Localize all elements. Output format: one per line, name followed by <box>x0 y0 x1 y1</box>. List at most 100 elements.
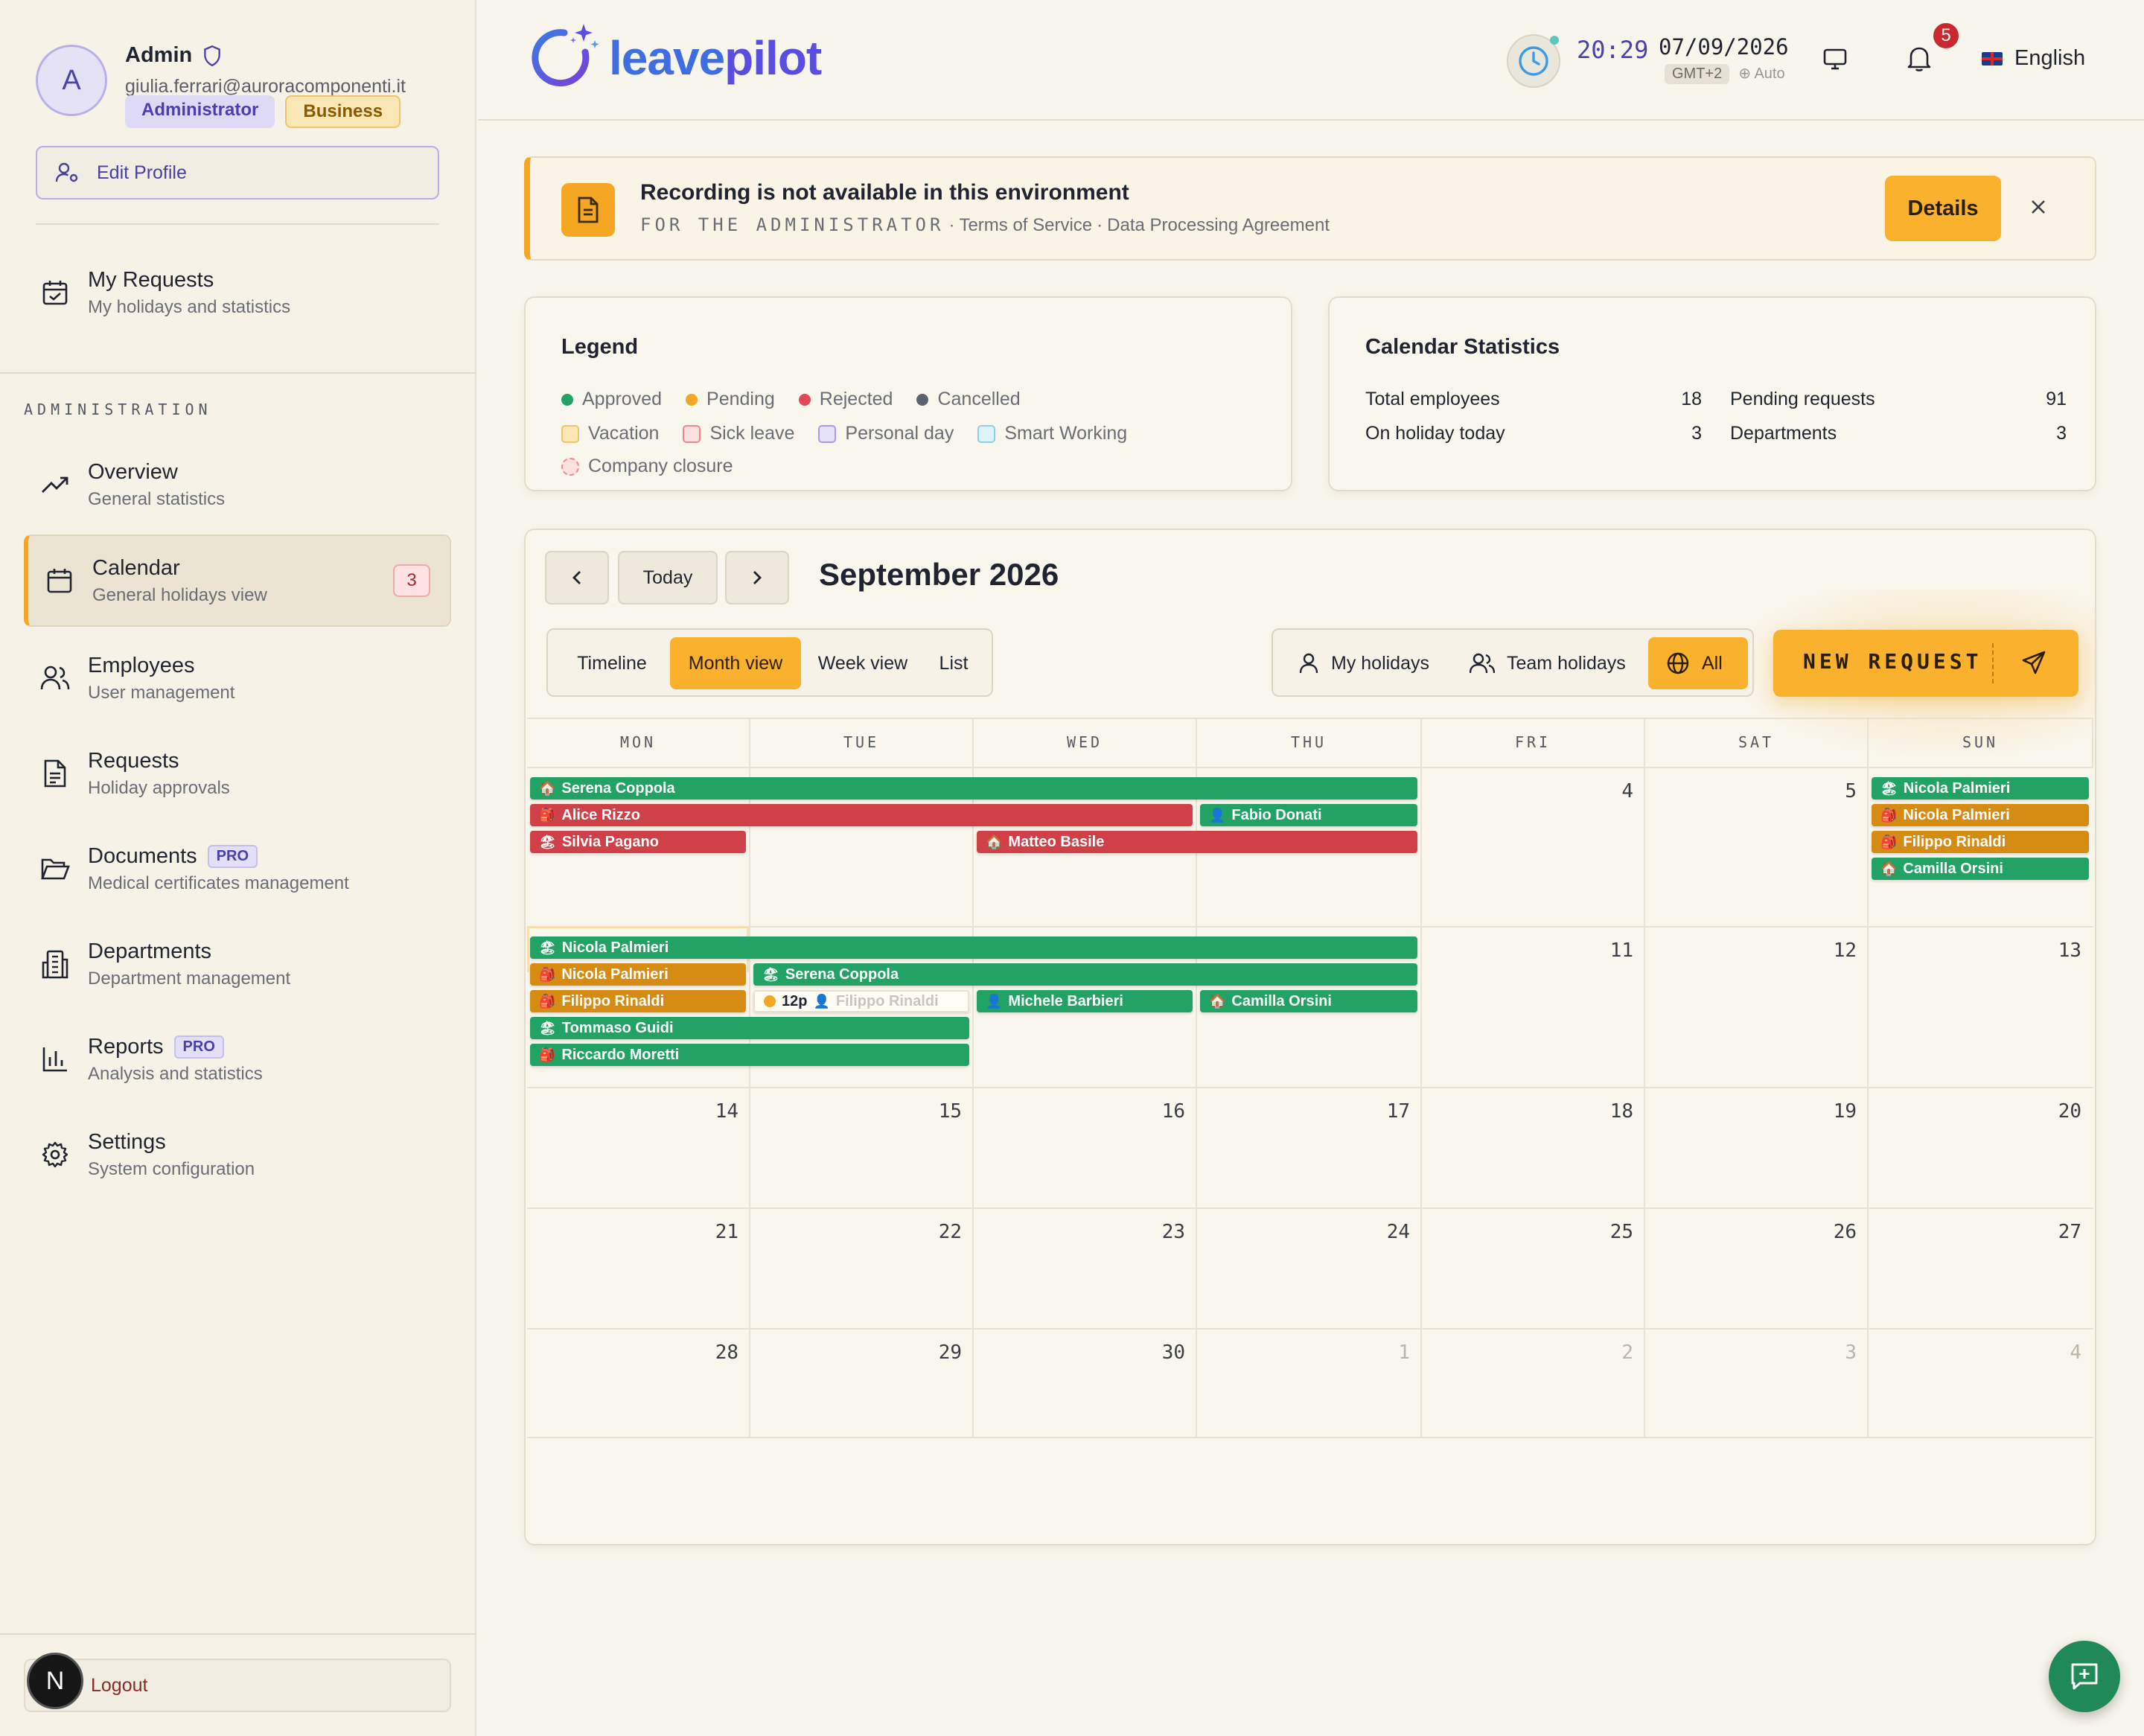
today-button[interactable]: Today <box>618 551 718 604</box>
calendar-event[interactable]: 🏠 Camilla Orsini <box>1872 858 2089 880</box>
prev-month-button[interactable] <box>545 551 609 604</box>
event-type-icon: 🎒 <box>539 993 556 1009</box>
day-number[interactable]: 21 <box>694 1221 738 1243</box>
logout-button[interactable]: Logout <box>24 1659 451 1712</box>
day-number[interactable]: 1 <box>1365 1341 1410 1364</box>
filter-my-holidays[interactable]: My holidays <box>1280 637 1447 689</box>
day-number[interactable]: 27 <box>2037 1221 2081 1243</box>
filter-all[interactable]: All <box>1648 637 1748 689</box>
day-number[interactable]: 13 <box>2037 939 2081 962</box>
day-number[interactable]: 3 <box>1812 1341 1857 1364</box>
day-number[interactable]: 16 <box>1140 1100 1185 1123</box>
terms-of-service-link[interactable]: Terms of Service <box>959 215 1092 236</box>
calendar-event[interactable]: 🏖 Serena Coppola <box>753 963 1417 986</box>
timezone-info: GMT+2 ⊕ Auto <box>1665 64 1785 84</box>
day-number[interactable]: 23 <box>1140 1221 1185 1243</box>
event-type-icon: 🏠 <box>1209 993 1226 1009</box>
calendar-event[interactable]: 🎒 Nicola Palmieri <box>1872 804 2089 826</box>
nav-requests[interactable]: Requests Holiday approvals <box>24 728 451 819</box>
filter-team-holidays[interactable]: Team holidays <box>1452 637 1644 689</box>
calendar-event[interactable]: 🏠 Serena Coppola <box>530 777 1417 800</box>
details-button[interactable]: Details <box>1885 176 2001 241</box>
day-number[interactable]: 17 <box>1365 1100 1410 1123</box>
feedback-chat-button[interactable] <box>2049 1641 2120 1712</box>
day-number[interactable]: 15 <box>917 1100 962 1123</box>
nav-calendar[interactable]: Calendar General holidays view 3 <box>24 534 451 627</box>
pro-badge: PRO <box>173 1035 224 1059</box>
profile-name-row: Admin <box>125 43 222 68</box>
calendar-event[interactable]: 👤 Fabio Donati <box>1200 804 1417 826</box>
calendar-event[interactable]: 🏖 Nicola Palmieri <box>1872 777 2089 800</box>
nav-employees[interactable]: Employees User management <box>24 633 451 724</box>
day-number[interactable]: 2 <box>1589 1341 1633 1364</box>
nav-documents[interactable]: Documents PRO Medical certificates manag… <box>24 823 451 914</box>
day-number[interactable]: 4 <box>1589 780 1633 802</box>
app-logo[interactable]: leavepilot <box>526 19 822 97</box>
day-number[interactable]: 14 <box>694 1100 738 1123</box>
nav-departments[interactable]: Departments Department management <box>24 919 451 1009</box>
month-title: September 2026 <box>819 557 1059 592</box>
legend-types: Vacation Sick leave Personal day Smart W… <box>561 423 1127 444</box>
calendar-event[interactable]: 12p 👤 Filippo Rinaldi <box>753 990 969 1012</box>
day-number[interactable]: 22 <box>917 1221 962 1243</box>
view-month[interactable]: Month view <box>670 637 801 689</box>
view-list[interactable]: List <box>923 637 984 689</box>
weekday-header: SAT <box>1645 718 1869 767</box>
event-type-icon: 🏖 <box>762 966 779 982</box>
legend-sick-leave: Sick leave <box>683 423 794 444</box>
document-icon <box>561 183 615 237</box>
dev-tools-badge[interactable]: N <box>27 1653 83 1709</box>
view-week[interactable]: Week view <box>805 637 920 689</box>
calendar-event[interactable]: 🏠 Camilla Orsini <box>1200 990 1417 1012</box>
nav-settings[interactable]: Settings System configuration <box>24 1109 451 1200</box>
day-number[interactable]: 25 <box>1589 1221 1633 1243</box>
edit-profile-button[interactable]: Edit Profile <box>36 146 439 200</box>
nav-title: My Requests <box>88 267 214 292</box>
day-number[interactable]: 20 <box>2037 1100 2081 1123</box>
next-month-button[interactable] <box>725 551 789 604</box>
calendar-event[interactable]: 🏖 Silvia Pagano <box>530 831 746 853</box>
calendar-event[interactable]: 🎒 Filippo Rinaldi <box>530 990 746 1012</box>
calendar-event[interactable]: 🏖 Tommaso Guidi <box>530 1017 969 1039</box>
day-number[interactable]: 24 <box>1365 1221 1410 1243</box>
event-employee-name: Serena Coppola <box>561 779 675 797</box>
nav-reports[interactable]: Reports PRO Analysis and statistics <box>24 1014 451 1105</box>
close-icon[interactable] <box>2023 192 2053 222</box>
day-number[interactable]: 5 <box>1812 780 1857 802</box>
nav-subtitle: User management <box>88 682 235 703</box>
new-request-button[interactable]: NEW REQUEST <box>1773 630 2078 697</box>
day-number[interactable]: 4 <box>2037 1341 2081 1364</box>
nav-my-requests[interactable]: My Requests My holidays and statistics <box>24 247 451 338</box>
stat-departments-label: Departments <box>1730 423 1837 444</box>
calendar-event[interactable]: 👤 Michele Barbieri <box>977 990 1193 1012</box>
calendar-event[interactable]: 🎒 Alice Rizzo <box>530 804 1193 826</box>
nav-title: Calendar <box>92 555 180 580</box>
day-number[interactable]: 18 <box>1589 1100 1633 1123</box>
day-number[interactable]: 28 <box>694 1341 738 1364</box>
data-processing-agreement-link[interactable]: Data Processing Agreement <box>1107 215 1330 236</box>
view-timeline[interactable]: Timeline <box>557 637 667 689</box>
day-number[interactable]: 12 <box>1812 939 1857 962</box>
grid-line <box>1644 718 1645 1437</box>
nav-title-row: Documents PRO <box>88 844 349 869</box>
bell-icon[interactable] <box>1906 45 1933 73</box>
day-number[interactable]: 11 <box>1589 939 1633 962</box>
calendar-event[interactable]: 🏖 Nicola Palmieri <box>530 936 1417 959</box>
day-number[interactable]: 19 <box>1812 1100 1857 1123</box>
calendar-event[interactable]: 🎒 Riccardo Moretti <box>530 1044 969 1066</box>
day-number[interactable]: 26 <box>1812 1221 1857 1243</box>
bar-chart-icon <box>39 1046 71 1073</box>
legend-company-closure: Company closure <box>561 456 733 477</box>
grid-line <box>527 1328 2093 1330</box>
avatar: A <box>36 45 107 116</box>
calendar-event[interactable]: 🎒 Filippo Rinaldi <box>1872 831 2089 853</box>
monitor-icon[interactable] <box>1822 48 1848 71</box>
event-type-icon: 👤 <box>1209 807 1226 823</box>
nav-overview[interactable]: Overview General statistics <box>24 439 451 530</box>
language-selector[interactable]: English <box>1982 46 2085 71</box>
calendar-event[interactable]: 🏠 Matteo Basile <box>977 831 1417 853</box>
calendar-event[interactable]: 🎒 Nicola Palmieri <box>530 963 746 986</box>
nav-title: Employees <box>88 653 195 677</box>
day-number[interactable]: 29 <box>917 1341 962 1364</box>
day-number[interactable]: 30 <box>1140 1341 1185 1364</box>
